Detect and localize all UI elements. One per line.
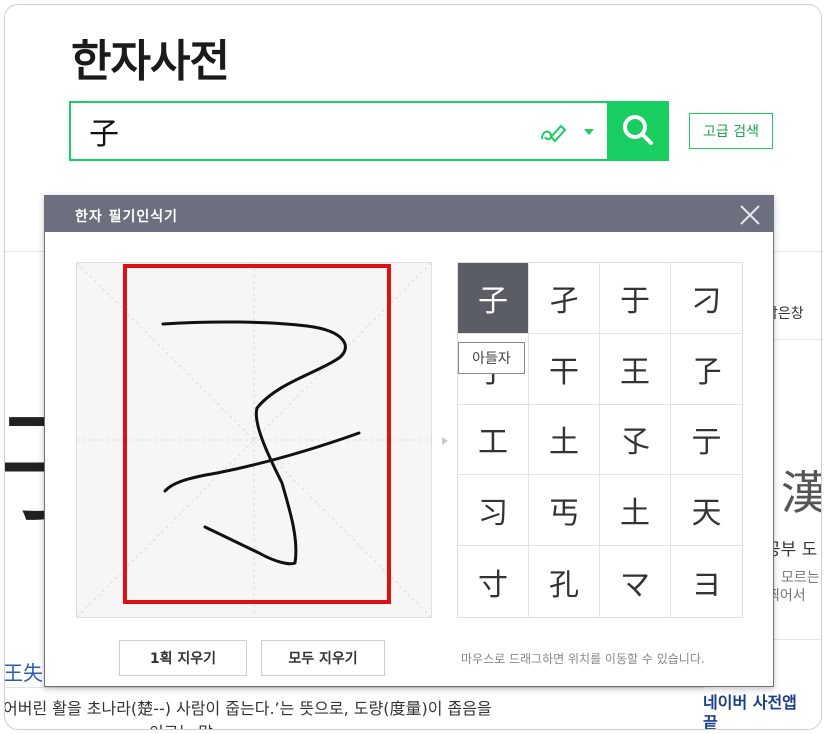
candidate-char[interactable]: 亍 [671, 404, 742, 476]
idiom-description: 어버린 활을 초나라(楚--) 사람이 줍는다.’는 뜻으로, 도량(度量)이 … [4, 699, 492, 718]
candidate-char[interactable]: 天 [671, 475, 742, 547]
page-title: 한자사전 [71, 36, 230, 87]
advanced-search-button[interactable]: 고급 검색 [689, 113, 773, 149]
candidate-char[interactable]: 工 [458, 404, 529, 476]
candidate-char[interactable]: 土 [600, 475, 671, 547]
erase-one-stroke-button[interactable]: 1획 지우기 [119, 640, 247, 676]
candidate-char[interactable]: マ [600, 546, 671, 617]
idiom-link[interactable]: 王失 [5, 657, 43, 686]
search-input[interactable] [89, 113, 509, 149]
handwriting-dialog: 한자 필기인식기 子孑于刁子干王孒工土孓亍习丐土天寸孔マヨ 아들자 1획 지우기 [44, 195, 774, 687]
chevron-down-icon[interactable] [583, 127, 595, 137]
candidate-char[interactable]: 刁 [671, 263, 742, 334]
candidate-char[interactable]: ヨ [671, 546, 742, 617]
drag-hint: 마우스로 드래그하면 위치를 이동할 수 있습니다. [461, 652, 705, 666]
page-frame: 한자사전 고급 검색 밝은창 子 漢 공부 도 모르는 찍어서 王失 어버린 활… [4, 4, 822, 730]
candidate-tooltip: 아들자 [458, 342, 525, 374]
candidate-char[interactable]: 丐 [529, 475, 600, 547]
divider [5, 687, 705, 688]
dialog-header[interactable]: 한자 필기인식기 [45, 196, 773, 232]
candidate-grid: 子孑于刁子干王孒工土孓亍习丐土天寸孔マヨ [457, 262, 743, 618]
candidate-char[interactable]: 孔 [529, 546, 600, 617]
candidate-char[interactable]: 王 [600, 333, 671, 405]
candidate-char[interactable]: 子 [458, 263, 529, 334]
handwriting-pen-icon[interactable] [539, 121, 567, 145]
canvas-drawing [77, 263, 431, 617]
search-button[interactable] [607, 101, 669, 161]
close-icon[interactable] [739, 204, 761, 226]
large-hanja-right: 漢 [781, 457, 821, 523]
candidate-char[interactable]: 寸 [458, 546, 529, 617]
candidate-char[interactable]: 土 [529, 404, 600, 476]
search-box[interactable] [69, 101, 609, 161]
candidate-char[interactable]: 孒 [671, 333, 742, 405]
search-icon [623, 115, 653, 145]
naver-app-title-2[interactable]: 끝 [703, 709, 718, 729]
candidate-char[interactable]: 孑 [529, 263, 600, 334]
candidate-char[interactable]: 孓 [600, 404, 671, 476]
idiom-description-2: 이르는 말 [149, 719, 213, 729]
candidate-char[interactable]: 习 [458, 475, 529, 547]
candidate-char[interactable]: 于 [600, 263, 671, 334]
handwriting-canvas[interactable] [76, 262, 432, 618]
unknown-text: 모르는 [781, 570, 820, 586]
erase-all-button[interactable]: 모두 지우기 [261, 640, 385, 676]
arrow-right-icon [442, 437, 448, 445]
candidate-char[interactable]: 干 [529, 333, 600, 405]
dialog-title: 한자 필기인식기 [75, 209, 179, 225]
